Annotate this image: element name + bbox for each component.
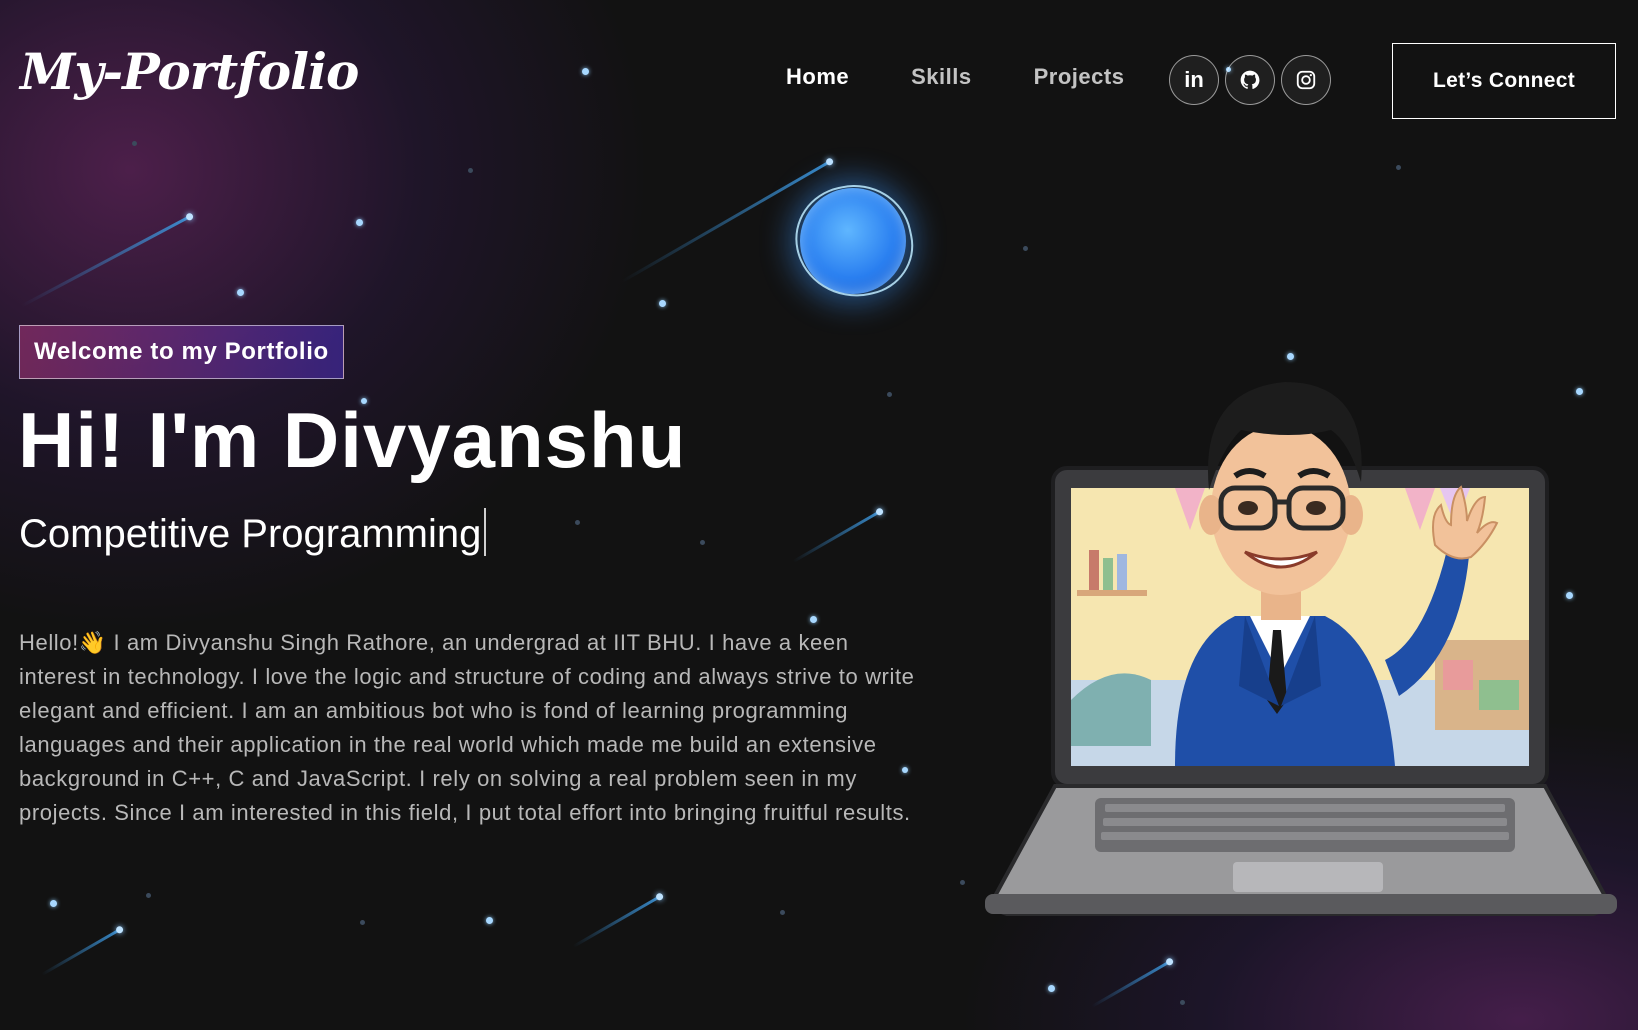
site-logo[interactable]: My-Portfolio [20, 42, 359, 101]
github-icon [1240, 70, 1260, 90]
nav-link-home[interactable]: Home [786, 64, 849, 90]
main-nav: Home Skills Projects [786, 64, 1124, 90]
instagram-link[interactable] [1281, 55, 1331, 105]
bio-paragraph: Hello!👋 I am Divyanshu Singh Rathore, an… [19, 630, 915, 825]
welcome-tagline: Welcome to my Portfolio [19, 325, 344, 379]
linkedin-icon: in [1184, 67, 1204, 92]
typing-cursor [484, 508, 487, 556]
nav-link-skills[interactable]: Skills [911, 64, 971, 90]
social-links: in [1169, 55, 1331, 105]
github-link[interactable] [1225, 55, 1275, 105]
linkedin-link[interactable]: in [1169, 55, 1219, 105]
rotating-subtitle-text: Competitive Programming [19, 512, 482, 556]
hero-title: Hi! I'm Divyanshu [18, 396, 687, 484]
avatar-laptop-illustration [985, 382, 1617, 916]
instagram-icon [1296, 70, 1316, 90]
portfolio-page: My-Portfolio Home Skills Projects in Let… [0, 0, 1638, 1030]
nav-link-projects[interactable]: Projects [1034, 64, 1125, 90]
rotating-subtitle: Competitive Programming [19, 508, 487, 557]
lets-connect-button[interactable]: Let’s Connect [1392, 43, 1616, 119]
